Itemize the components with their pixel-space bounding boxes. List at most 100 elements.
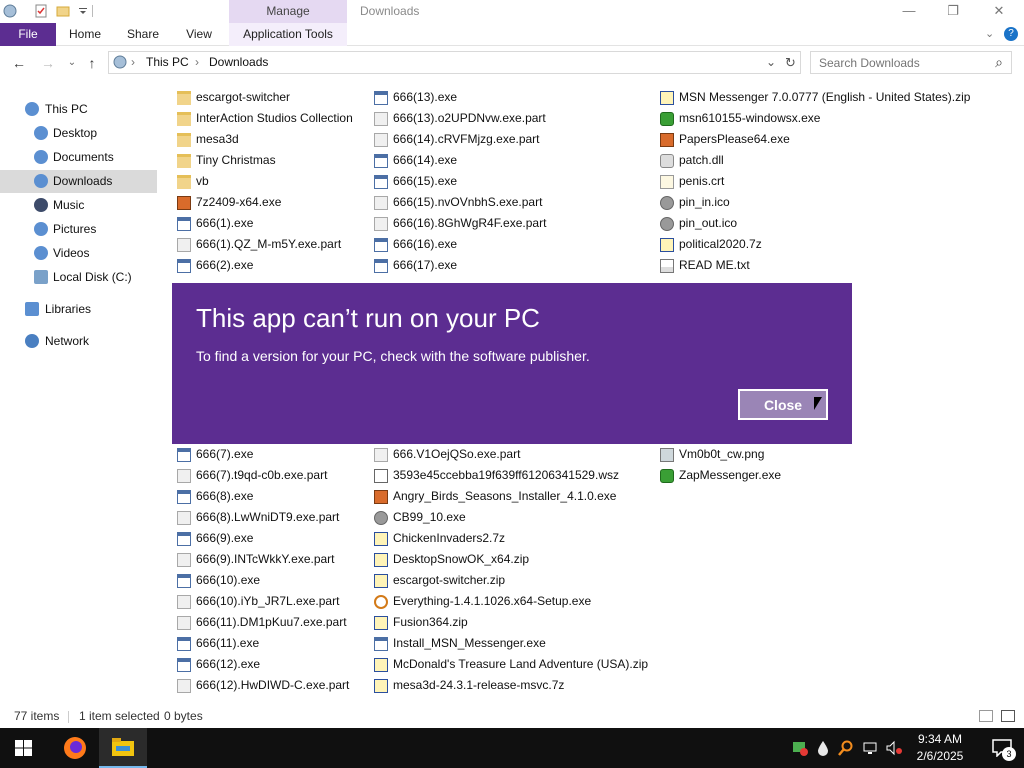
file-item[interactable]: 666(2).exe [177, 255, 253, 276]
sidebar-item-this-pc[interactable]: This PC [0, 98, 157, 121]
tab-home[interactable]: Home [60, 23, 110, 46]
sidebar-item-libraries[interactable]: Libraries [0, 298, 157, 321]
file-item[interactable]: 666(12).exe [177, 654, 260, 675]
file-item[interactable]: mesa3d-24.3.1-release-msvc.7z [374, 675, 564, 696]
file-item[interactable]: pin_out.ico [660, 213, 737, 234]
search-icon[interactable]: ⌕ [995, 54, 1003, 71]
file-item[interactable]: 666(1).exe [177, 213, 253, 234]
file-item[interactable]: 666(7).exe [177, 444, 253, 465]
file-item[interactable]: 666(8).exe [177, 486, 253, 507]
help-icon[interactable]: ? [1004, 27, 1018, 41]
large-icons-view-icon[interactable] [1001, 710, 1015, 722]
water-drop-icon[interactable] [815, 740, 831, 756]
file-item[interactable]: 666(13).exe [374, 87, 457, 108]
sidebar-item-network[interactable]: Network [0, 330, 157, 353]
file-item[interactable]: 666(1).QZ_M-m5Y.exe.part [177, 234, 341, 255]
notifications-button[interactable]: 3 [980, 728, 1024, 768]
tab-application-tools[interactable]: Application Tools [229, 23, 347, 46]
file-item[interactable]: 666.V1OejQSo.exe.part [374, 444, 520, 465]
search-input[interactable] [811, 52, 981, 73]
details-view-icon[interactable] [979, 710, 993, 722]
file-item[interactable]: Fusion364.zip [374, 612, 468, 633]
file-item[interactable]: 666(16).exe [374, 234, 457, 255]
sidebar-item-downloads[interactable]: Downloads [0, 170, 157, 193]
file-item[interactable]: 666(11).exe [177, 633, 259, 654]
file-item[interactable]: Vm0b0t_cw.png [660, 444, 764, 465]
file-item[interactable]: ChickenInvaders2.7z [374, 528, 505, 549]
explorer-app-icon[interactable] [2, 3, 17, 18]
breadcrumb-this-pc[interactable]: This PC [146, 52, 189, 73]
start-button[interactable] [0, 728, 48, 768]
file-item[interactable]: PapersPlease64.exe [660, 129, 790, 150]
file-item[interactable]: pin_in.ico [660, 192, 730, 213]
file-item[interactable]: Install_MSN_Messenger.exe [374, 633, 546, 654]
file-item[interactable]: InterAction Studios Collection [177, 108, 353, 129]
file-item[interactable]: msn610155-windowsx.exe [660, 108, 820, 129]
forward-button[interactable]: → [39, 54, 57, 72]
file-item[interactable]: 666(8).LwWniDT9.exe.part [177, 507, 339, 528]
taskbar-file-explorer[interactable] [99, 728, 147, 768]
address-bar[interactable]: › This PC › Downloads ⌄ ↻ [108, 51, 801, 74]
minimize-button[interactable]: — [886, 0, 932, 23]
file-item[interactable]: 666(10).exe [177, 570, 260, 591]
collapse-ribbon-icon[interactable]: ⌄ [985, 23, 994, 46]
file-item[interactable]: MSN Messenger 7.0.0777 (English - United… [660, 87, 970, 108]
file-item[interactable]: CB99_10.exe [374, 507, 466, 528]
file-item[interactable]: patch.dll [660, 150, 724, 171]
sidebar-item-music[interactable]: Music [0, 194, 157, 217]
everything-icon[interactable] [838, 740, 854, 756]
manage-contextual-tab[interactable]: Manage [229, 0, 347, 23]
security-icon[interactable] [792, 740, 808, 756]
file-item[interactable]: Tiny Christmas [177, 150, 276, 171]
file-item[interactable]: vb [177, 171, 209, 192]
clock-time[interactable]: 9:34 AM [905, 732, 975, 746]
customize-toolbar-icon[interactable] [75, 3, 90, 18]
breadcrumb-downloads[interactable]: Downloads [209, 52, 268, 73]
file-item[interactable]: escargot-switcher [177, 87, 290, 108]
file-item[interactable]: 666(16).8GhWgR4F.exe.part [374, 213, 546, 234]
sidebar-item-local-disk[interactable]: Local Disk (C:) [0, 266, 157, 289]
sidebar-item-videos[interactable]: Videos [0, 242, 157, 265]
tab-share[interactable]: Share [117, 23, 169, 46]
file-item[interactable]: 666(17).exe [374, 255, 457, 276]
file-item[interactable]: 666(13).o2UPDNvw.exe.part [374, 108, 546, 129]
file-item[interactable]: 666(10).iYb_JR7L.exe.part [177, 591, 339, 612]
file-item[interactable]: READ ME.txt [660, 255, 750, 276]
file-item[interactable]: 666(15).nvOVnbhS.exe.part [374, 192, 542, 213]
file-item[interactable]: political2020.7z [660, 234, 762, 255]
refresh-button[interactable]: ↻ [785, 52, 796, 73]
file-item[interactable]: 666(11).DM1pKuu7.exe.part [177, 612, 347, 633]
sidebar-item-documents[interactable]: Documents [0, 146, 157, 169]
file-item[interactable]: mesa3d [177, 129, 239, 150]
file-item[interactable]: Angry_Birds_Seasons_Installer_4.1.0.exe [374, 486, 616, 507]
new-folder-icon[interactable] [55, 3, 70, 18]
sidebar-item-pictures[interactable]: Pictures [0, 218, 157, 241]
properties-icon[interactable] [33, 3, 48, 18]
file-item[interactable]: Everything-1.4.1.1026.x64-Setup.exe [374, 591, 591, 612]
sidebar-item-desktop[interactable]: Desktop [0, 122, 157, 145]
file-item[interactable]: 666(7).t9qd-c0b.exe.part [177, 465, 327, 486]
file-item[interactable]: McDonald's Treasure Land Adventure (USA)… [374, 654, 648, 675]
tab-file[interactable]: File [0, 23, 56, 46]
file-item[interactable]: 666(9).INTcWkkY.exe.part [177, 549, 335, 570]
file-item[interactable]: 666(12).HwDIWD-C.exe.part [177, 675, 349, 696]
address-dropdown-button[interactable]: ⌄ [766, 52, 776, 73]
taskbar-firefox[interactable] [50, 728, 98, 768]
file-item[interactable]: 666(15).exe [374, 171, 457, 192]
maximize-button[interactable]: ❐ [930, 0, 976, 23]
network-tray-icon[interactable] [862, 740, 878, 756]
up-button[interactable]: ↑ [83, 54, 101, 72]
close-window-button[interactable]: ✕ [976, 0, 1022, 23]
file-item[interactable]: DesktopSnowOK_x64.zip [374, 549, 529, 570]
file-item[interactable]: 666(9).exe [177, 528, 253, 549]
file-item[interactable]: 3593e45ccebba19f639ff61206341529.wsz [374, 465, 619, 486]
back-button[interactable]: ← [10, 54, 28, 72]
clock-date[interactable]: 2/6/2025 [905, 749, 975, 763]
file-item[interactable]: 7z2409-x64.exe [177, 192, 281, 213]
file-item[interactable]: 666(14).exe [374, 150, 457, 171]
volume-muted-icon[interactable] [886, 740, 902, 756]
recent-locations-button[interactable]: ⌄ [63, 54, 81, 72]
file-item[interactable]: escargot-switcher.zip [374, 570, 505, 591]
file-item[interactable]: ZapMessenger.exe [660, 465, 781, 486]
file-item[interactable]: penis.crt [660, 171, 724, 192]
